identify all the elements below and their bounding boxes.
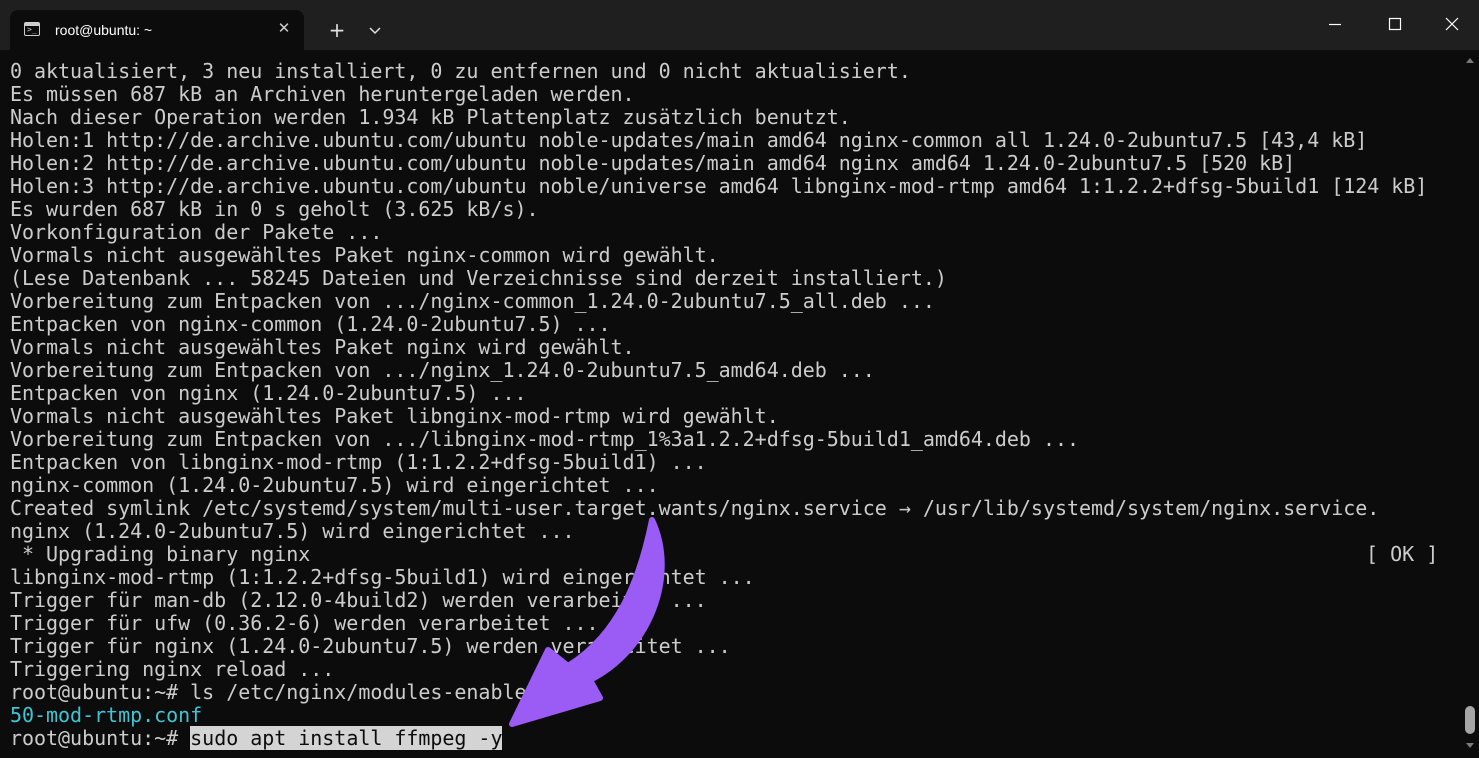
terminal-line: nginx (1.24.0-2ubuntu7.5) wird eingerich… [10,519,575,543]
terminal-line: Vormals nicht ausgewähltes Paket nginx w… [10,335,635,359]
terminal-line: Vorbereitung zum Entpacken von .../nginx… [10,358,875,382]
terminal-line: 0 aktualisiert, 3 neu installiert, 0 zu … [10,59,911,83]
new-tab-button[interactable]: + [325,18,349,42]
maximize-button[interactable] [1365,0,1423,50]
close-tab-icon[interactable]: ✕ [274,18,294,38]
terminal-icon: >_ [24,22,40,36]
terminal-line: Trigger für ufw (0.36.2-6) werden verarb… [10,611,599,635]
terminal-line: Created symlink /etc/systemd/system/mult… [10,496,1380,520]
terminal-line: libnginx-mod-rtmp (1:1.2.2+dfsg-5build1)… [10,565,755,589]
tab-title: root@ubuntu: ~ [55,22,153,38]
scroll-down-arrow-icon[interactable] [1466,743,1474,748]
terminal-line: Entpacken von nginx-common (1.24.0-2ubun… [10,312,611,336]
terminal-line: Nach dieser Operation werden 1.934 kB Pl… [10,105,851,129]
current-command[interactable]: sudo apt install ffmpeg -y [190,726,502,750]
directory-listing-entry: 50-mod-rtmp.conf [10,703,203,727]
terminal-line: (Lese Datenbank ... 58245 Dateien und Ve… [10,266,947,290]
terminal-line: Triggering nginx reload ... [10,657,335,681]
shell-prompt: root@ubuntu:~# [10,726,191,750]
terminal-line: Vormals nicht ausgewähltes Paket libngin… [10,404,779,428]
command-prompt-line[interactable]: root@ubuntu:~# sudo apt install ffmpeg -… [10,726,502,750]
terminal-line: Vorbereitung zum Entpacken von .../nginx… [10,289,935,313]
tab-terminal[interactable]: >_ root@ubuntu: ~ ✕ [10,10,304,50]
terminal-line: Vorbereitung zum Entpacken von .../libng… [10,427,1079,451]
minimize-icon [1329,23,1341,26]
terminal-line: Holen:1 http://de.archive.ubuntu.com/ubu… [10,128,1368,152]
close-icon [1445,17,1459,31]
close-window-button[interactable] [1423,0,1479,50]
minimize-button[interactable] [1306,0,1364,50]
tab-dropdown-button[interactable] [363,18,387,42]
terminal-line: root@ubuntu:~# ls /etc/nginx/modules-ena… [10,680,551,704]
chevron-down-icon [369,27,381,35]
title-bar: >_ root@ubuntu: ~ ✕ + [0,0,1479,50]
terminal-line: Entpacken von nginx (1.24.0-2ubuntu7.5) … [10,381,527,405]
scrollbar-thumb[interactable] [1465,706,1475,734]
maximize-icon [1388,17,1402,31]
terminal-line: Es müssen 687 kB an Archiven heruntergel… [10,82,635,106]
terminal-line: Es wurden 687 kB in 0 s geholt (3.625 kB… [10,197,539,221]
terminal-line: Entpacken von libnginx-mod-rtmp (1:1.2.2… [10,450,707,474]
terminal-line: Holen:2 http://de.archive.ubuntu.com/ubu… [10,151,1296,175]
terminal-line: nginx-common (1.24.0-2ubuntu7.5) wird ei… [10,473,659,497]
terminal-line: Vorkonfiguration der Pakete ... [10,220,383,244]
terminal-line: Trigger für man-db (2.12.0-4build2) werd… [10,588,707,612]
terminal-line: Holen:3 http://de.archive.ubuntu.com/ubu… [10,174,1428,198]
ok-status: [ OK ] [1366,542,1439,566]
scroll-up-arrow-icon[interactable] [1466,58,1474,63]
terminal-line: * Upgrading binary nginx [10,542,311,566]
terminal-line: Trigger für nginx (1.24.0-2ubuntu7.5) we… [10,634,731,658]
vertical-scrollbar[interactable] [1462,50,1479,758]
terminal-output[interactable]: 0 aktualisiert, 3 neu installiert, 0 zu … [10,60,1460,750]
terminal-line: Vormals nicht ausgewähltes Paket nginx-c… [10,243,719,267]
